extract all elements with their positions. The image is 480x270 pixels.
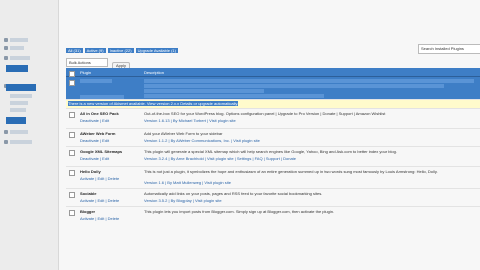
sidebar-item-settings[interactable] (10, 140, 32, 144)
row-checkbox[interactable] (69, 132, 75, 138)
tab-upgrade[interactable]: Upgrade Available (1) (135, 48, 178, 53)
plugin-actions[interactable]: Deactivate | Edit (80, 156, 136, 161)
plugin-name: Google XML Sitemaps (80, 149, 123, 154)
screen: All (31) Active (9) Inactive (22) Upgrade A… (0, 0, 480, 270)
plugin-description: This plugin lets you import posts from B… (144, 209, 335, 214)
plugin-actions[interactable]: Activate | Edit | Delete (80, 216, 136, 221)
tab-inactive[interactable]: Inactive (22) (107, 48, 134, 53)
bulk-actions-dropdown[interactable]: Bulk Actions (66, 58, 108, 67)
sidebar-item-links[interactable] (10, 56, 30, 60)
sidebar-subitem-installed[interactable] (10, 94, 32, 98)
bulk-actions-label: Bulk Actions (69, 60, 91, 65)
plugin-description: Automatically add links on your posts, p… (144, 191, 323, 196)
sidebar-subitem-editor[interactable] (10, 108, 26, 112)
plugin-description: Out-of-the-box SEO for your WordPress bl… (144, 111, 386, 116)
sidebar-item-media[interactable] (10, 46, 24, 50)
plugin-actions[interactable]: Deactivate | Edit (80, 138, 136, 143)
header-description: Description (144, 70, 165, 75)
table-row: Sociable Activate | Edit | Delete Automat… (66, 189, 480, 207)
table-row: AWeber Web Form Deactivate | Edit Add you… (66, 129, 480, 147)
settings-icon (4, 140, 8, 144)
row-checkbox[interactable] (69, 192, 75, 198)
plugin-meta[interactable]: Version 1.6.13 | By Michael Torbert | Vi… (144, 118, 480, 123)
plugin-name: Hello Dolly (80, 169, 101, 174)
links-icon (4, 56, 8, 60)
row-checkbox[interactable] (69, 150, 75, 156)
tools-icon (4, 130, 8, 134)
header-plugin: Plugin (80, 70, 92, 75)
plugin-description: This is not just a plugin, it symbolizes… (144, 169, 438, 174)
sidebar-item-posts[interactable] (10, 38, 28, 42)
tab-active[interactable]: Active (9) (84, 48, 106, 53)
filter-tabs: All (31) Active (9) Inactive (22) Upgrade A… (66, 48, 180, 53)
plugin-name: Sociable (80, 191, 97, 196)
plugin-actions[interactable]: Activate | Edit | Delete (80, 176, 136, 181)
table-row-akismet (66, 77, 480, 100)
plugin-description: Add your AWeber Web Form to your sidebar (144, 131, 223, 136)
plugin-desc-selected (144, 79, 480, 99)
plugin-name: AWeber Web Form (80, 131, 116, 136)
plugin-actions[interactable]: Activate | Edit | Delete (80, 198, 136, 203)
sidebar-item-tools[interactable] (10, 130, 28, 134)
plugin-meta[interactable]: Version 3.2.4 | By Arne Brachhold | Visi… (144, 156, 480, 161)
update-notice-row: There is a new version of Akismet availa… (66, 100, 480, 109)
posts-icon (4, 38, 8, 42)
sidebar-item-plugins[interactable] (6, 84, 36, 91)
row-checkbox[interactable] (69, 112, 75, 118)
plugin-description: This plugin will generate a special XML … (144, 149, 397, 154)
plugin-meta[interactable]: Version 1.6 | By Matt Mullenweg | Visit … (144, 180, 480, 185)
plugin-meta[interactable]: Version 1.1.2 | By AWeber Communications… (144, 138, 480, 143)
tab-all[interactable]: All (31) (66, 48, 83, 53)
table-row: All in One SEO Pack Deactivate | Edit Out… (66, 109, 480, 129)
plugin-name-selected (80, 79, 136, 100)
plugin-name: All in One SEO Pack (80, 111, 119, 116)
plugin-actions[interactable]: Deactivate | Edit (80, 118, 136, 123)
table-row: Google XML Sitemaps Deactivate | Edit Thi… (66, 147, 480, 167)
sidebar-item-users[interactable] (6, 117, 26, 124)
plugins-page: All (31) Active (9) Inactive (22) Upgrade A… (60, 0, 480, 270)
plugin-meta[interactable]: Version 3.5.2 | By Blogplay | Visit plug… (144, 198, 480, 203)
row-checkbox[interactable] (69, 210, 75, 216)
table-row: Blogger Activate | Edit | Delete This plu… (66, 207, 480, 224)
row-checkbox[interactable] (69, 170, 75, 176)
sidebar-subitem-add-new[interactable] (10, 101, 28, 105)
table-header: Plugin Description (66, 68, 480, 77)
plugins-table: Plugin Description There is a new versio… (66, 68, 480, 224)
table-row: Hello Dolly Activate | Edit | Delete This… (66, 167, 480, 189)
media-icon (4, 46, 8, 50)
admin-sidebar (0, 0, 59, 270)
row-checkbox[interactable] (69, 80, 75, 86)
search-plugins-button[interactable]: Search Installed Plugins (418, 44, 480, 54)
search-button-label: Search Installed Plugins (421, 46, 464, 51)
plugin-name: Blogger (80, 209, 96, 214)
update-notice[interactable]: There is a new version of Akismet availa… (68, 101, 239, 106)
sidebar-item-pages[interactable] (6, 65, 28, 72)
